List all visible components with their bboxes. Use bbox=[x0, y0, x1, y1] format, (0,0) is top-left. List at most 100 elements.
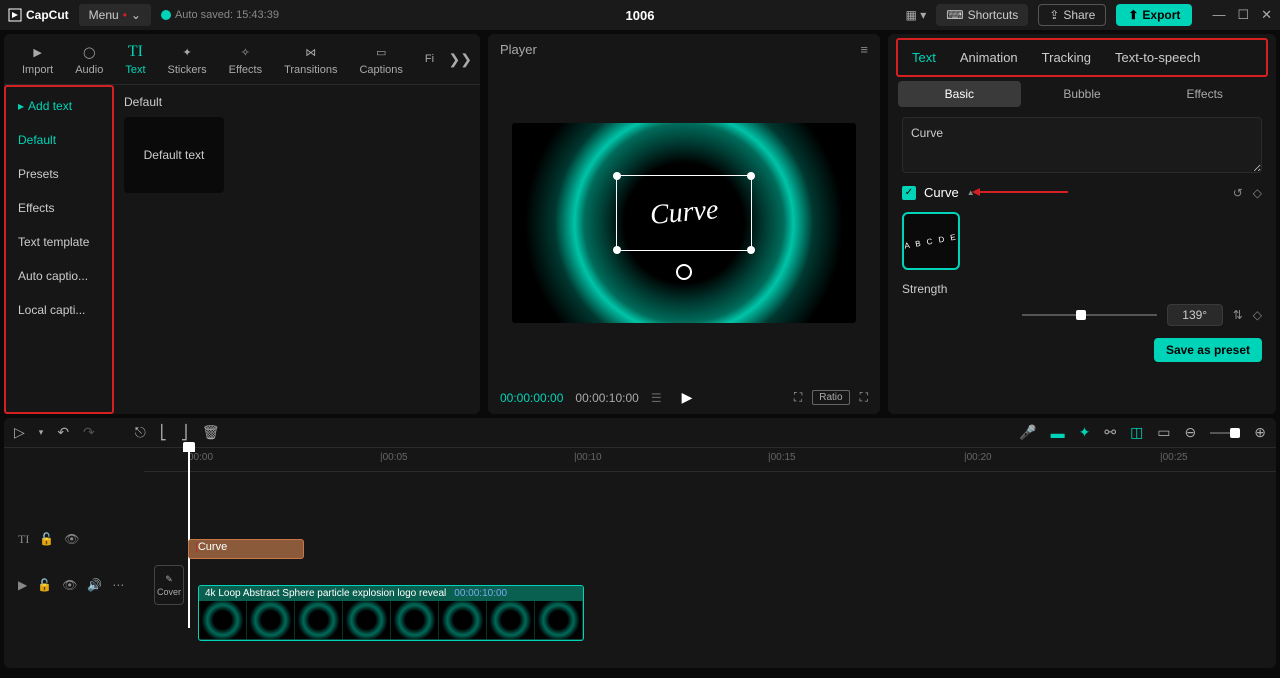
keyframe-icon[interactable]: ◇ bbox=[1253, 186, 1262, 200]
tab-text[interactable]: TIText bbox=[115, 38, 155, 80]
scale-icon[interactable]: ⛶ bbox=[794, 390, 802, 405]
snap-icon[interactable]: ✦ bbox=[1079, 424, 1091, 441]
sidebar-item-effects[interactable]: Effects bbox=[8, 191, 110, 225]
sidebar-add-text[interactable]: ▸Add text bbox=[8, 89, 110, 123]
ruler-mark: |00:15 bbox=[768, 452, 796, 463]
redo-button[interactable]: ↷ bbox=[83, 424, 95, 441]
split-tool[interactable]: ⎋ bbox=[135, 424, 146, 441]
menu-label: Menu bbox=[89, 8, 119, 22]
video-thumb bbox=[295, 601, 343, 639]
cursor-tool[interactable]: ▷ bbox=[14, 424, 25, 441]
visibility-icon[interactable]: 👁 bbox=[62, 578, 77, 592]
preview-icon[interactable]: ◫ bbox=[1130, 424, 1143, 441]
pencil-icon: ✎ bbox=[165, 574, 173, 585]
keyframe-icon[interactable]: ◇ bbox=[1253, 308, 1262, 322]
annotation-arrow bbox=[978, 191, 1068, 193]
tab-captions[interactable]: ▭Captions bbox=[349, 38, 412, 80]
effects-icon: ✧ bbox=[235, 42, 255, 62]
sidebar-item-text-template[interactable]: Text template bbox=[8, 225, 110, 259]
tab-transitions[interactable]: ⋈Transitions bbox=[274, 38, 347, 80]
save-preset-button[interactable]: Save as preset bbox=[1154, 338, 1262, 362]
undo-button[interactable]: ↶ bbox=[57, 424, 69, 441]
resize-handle-br[interactable] bbox=[747, 246, 755, 254]
strength-input[interactable] bbox=[1167, 304, 1223, 326]
tab-filters[interactable]: Fi bbox=[415, 49, 444, 69]
link-icon[interactable]: ⚯ bbox=[1104, 424, 1116, 441]
tab-tracking[interactable]: Tracking bbox=[1042, 50, 1091, 65]
triangle-icon: ▸ bbox=[18, 99, 24, 113]
mute-icon[interactable]: 🔊 bbox=[87, 578, 102, 592]
layout-icon[interactable]: ▦ ▾ bbox=[906, 8, 927, 22]
fullscreen-icon[interactable]: ⛶ bbox=[860, 390, 868, 405]
slider-thumb[interactable] bbox=[1076, 310, 1086, 320]
strength-slider[interactable] bbox=[1022, 314, 1157, 316]
lock-icon[interactable]: 🔓 bbox=[37, 578, 52, 592]
ruler-mark: |00:20 bbox=[964, 452, 992, 463]
text-selection-box[interactable]: Curve bbox=[616, 175, 752, 251]
shortcuts-button[interactable]: ⌨ Shortcuts bbox=[936, 4, 1028, 26]
sidebar-item-auto-captions[interactable]: Auto captio... bbox=[8, 259, 110, 293]
sidebar-item-local-captions[interactable]: Local capti... bbox=[8, 293, 110, 327]
curve-preview[interactable]: A B C D E bbox=[902, 212, 960, 270]
video-clip[interactable]: 4k Loop Abstract Sphere particle explosi… bbox=[198, 585, 584, 641]
resize-handle-tr[interactable] bbox=[747, 172, 755, 180]
resize-handle-bl[interactable] bbox=[613, 246, 621, 254]
text-track-controls: TI 🔓 👁 bbox=[4, 532, 144, 547]
zoom-out-icon[interactable]: ⊖ bbox=[1185, 424, 1197, 441]
list-icon[interactable]: ☰ bbox=[651, 391, 662, 405]
ruler-mark: |00:25 bbox=[1160, 452, 1188, 463]
sidebar-item-presets[interactable]: Presets bbox=[8, 157, 110, 191]
mic-icon[interactable]: 🎤 bbox=[1019, 424, 1036, 441]
zoom-in-icon[interactable]: ⊕ bbox=[1254, 424, 1266, 441]
split-right-tool[interactable]: ⎦ bbox=[181, 424, 188, 441]
player-viewport[interactable]: Curve bbox=[488, 65, 880, 381]
scroll-right-icon[interactable]: ❯❯ bbox=[449, 51, 472, 68]
tab-text-props[interactable]: Text bbox=[912, 50, 936, 65]
tab-text-to-speech[interactable]: Text-to-speech bbox=[1115, 50, 1200, 65]
sub-tab-effects[interactable]: Effects bbox=[1143, 81, 1266, 107]
right-panel: Text Animation Tracking Text-to-speech B… bbox=[888, 34, 1276, 414]
curve-checkbox[interactable]: ✓ bbox=[902, 186, 916, 200]
transitions-icon: ⋈ bbox=[301, 42, 321, 62]
timeline-ruler[interactable]: 00:00 |00:05 |00:10 |00:15 |00:20 |00:25 bbox=[144, 448, 1276, 472]
dropdown-icon[interactable]: ▾ bbox=[39, 427, 44, 438]
more-icon[interactable]: ⋯ bbox=[112, 578, 124, 592]
tab-animation[interactable]: Animation bbox=[960, 50, 1018, 65]
close-button[interactable]: ✕ bbox=[1261, 7, 1272, 23]
timeline-tracks: TI 🔓 👁 |Curve ▶ 🔓 👁 🔊 ⋯ ✎ C bbox=[4, 528, 1276, 614]
share-button[interactable]: ⇪ Share bbox=[1038, 4, 1106, 26]
lock-icon[interactable]: 🔓 bbox=[39, 532, 54, 546]
tab-stickers[interactable]: ✦Stickers bbox=[158, 38, 217, 80]
rotate-handle[interactable] bbox=[676, 264, 692, 280]
reset-icon[interactable]: ↺ bbox=[1233, 186, 1243, 200]
cover-button[interactable]: ✎ Cover bbox=[154, 565, 184, 605]
zoom-slider[interactable] bbox=[1210, 432, 1240, 434]
text-clip[interactable]: |Curve bbox=[188, 539, 304, 559]
sub-tab-basic[interactable]: Basic bbox=[898, 81, 1021, 107]
magnet-icon[interactable]: ▬ bbox=[1051, 425, 1065, 441]
minimize-button[interactable]: — bbox=[1212, 7, 1225, 23]
sub-tab-bubble[interactable]: Bubble bbox=[1021, 81, 1144, 107]
tab-audio[interactable]: ◯Audio bbox=[65, 38, 113, 80]
menu-icon[interactable]: ≡ bbox=[860, 42, 868, 57]
resize-handle-tl[interactable] bbox=[613, 172, 621, 180]
menu-button[interactable]: Menu • ⌄ bbox=[79, 4, 151, 26]
tab-import[interactable]: ▶Import bbox=[12, 38, 63, 80]
delete-tool[interactable]: 🗑 bbox=[202, 424, 220, 441]
tab-effects[interactable]: ✧Effects bbox=[219, 38, 272, 80]
default-text-card[interactable]: Default text bbox=[124, 117, 224, 193]
overlay-icon[interactable]: ▭ bbox=[1157, 424, 1170, 441]
text-clip-label: Curve bbox=[198, 541, 227, 553]
tab-label: Import bbox=[22, 64, 53, 76]
sub-tabs: Basic Bubble Effects bbox=[888, 81, 1276, 107]
ratio-button[interactable]: Ratio bbox=[812, 390, 849, 405]
content-area: Default Default text bbox=[114, 85, 480, 414]
visibility-icon[interactable]: 👁 bbox=[64, 532, 79, 546]
play-button[interactable]: ▶ bbox=[682, 389, 693, 406]
split-left-tool[interactable]: ⎣ bbox=[160, 424, 167, 441]
export-button[interactable]: ⬆ Export bbox=[1116, 4, 1192, 26]
sidebar-item-default[interactable]: Default bbox=[8, 123, 110, 157]
maximize-button[interactable]: ☐ bbox=[1237, 7, 1249, 23]
text-content-input[interactable] bbox=[902, 117, 1262, 173]
stepper-icon[interactable]: ⇅ bbox=[1233, 308, 1243, 322]
